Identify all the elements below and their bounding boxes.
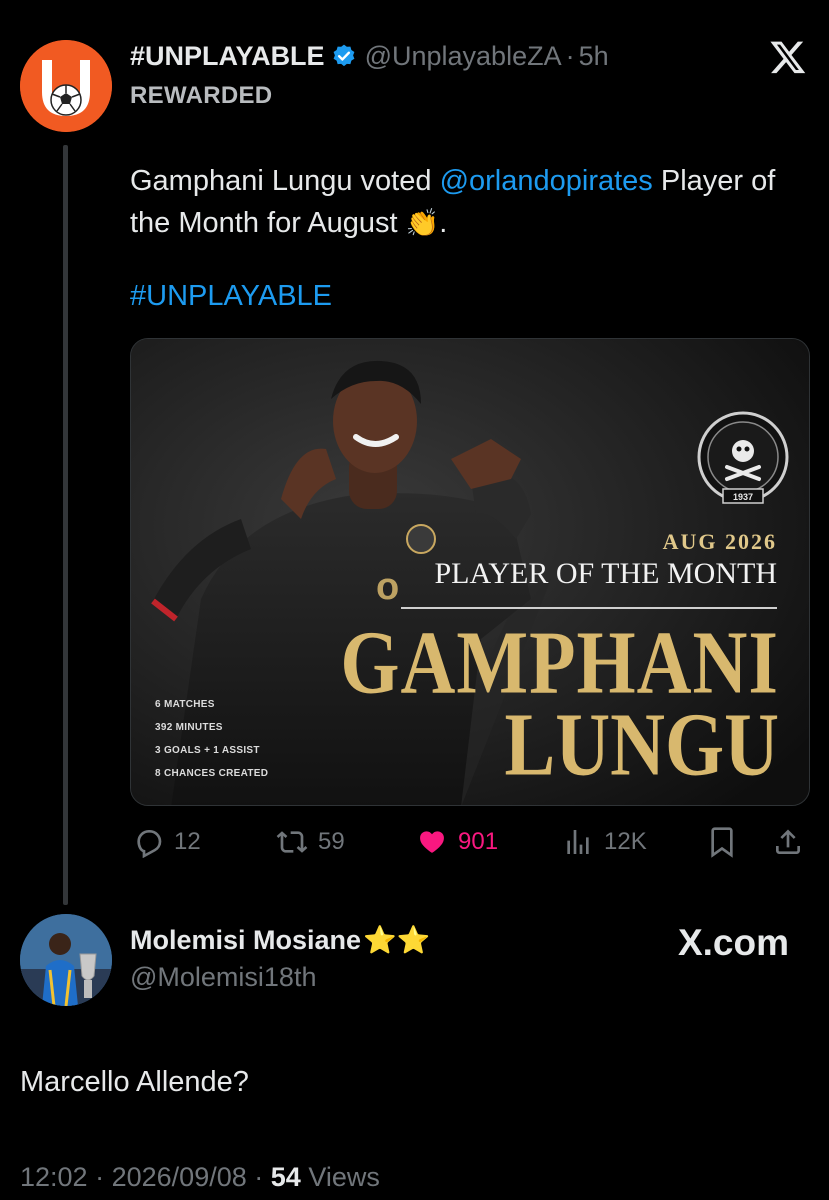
player-last-name: LUNGU	[504, 695, 779, 795]
svg-text:o: o	[376, 566, 399, 608]
player-stats: 6 MATCHES 392 MINUTES 3 GOALS + 1 ASSIST…	[155, 693, 268, 785]
star-emojis: ⭐⭐	[363, 925, 431, 955]
stat-line: 6 MATCHES	[155, 699, 215, 710]
share-icon	[776, 829, 800, 854]
title-divider	[401, 607, 777, 609]
tweet-header: #UNPLAYABLE @UnplayableZA · 5h REWARDED	[130, 38, 750, 110]
tweet-meta: 12:02 · 2026/09/08 · 54 Views	[20, 1162, 380, 1193]
share-button[interactable]	[772, 820, 814, 864]
tweet-text-end: .	[439, 207, 448, 239]
action-bar: 12 59 901 12K	[130, 820, 810, 864]
stat-line: 392 MINUTES	[155, 722, 223, 733]
heart-icon	[420, 831, 444, 853]
views-label: Views	[308, 1162, 380, 1192]
views-number: 54	[270, 1162, 301, 1192]
sub-label: REWARDED	[130, 82, 273, 109]
reply-handle[interactable]: @Molemisi18th	[130, 962, 316, 993]
views-icon	[567, 830, 589, 854]
post-time[interactable]: 12:02	[20, 1162, 88, 1192]
hashtag-link[interactable]: #UNPLAYABLE	[130, 280, 332, 313]
xcom-watermark: X.com	[677, 922, 789, 963]
award-date: AUG 2026	[662, 529, 777, 554]
media-image[interactable]: o 1937 AUG 2026 PLAYER OF THE MONTH GAMP…	[130, 338, 810, 806]
profile-photo	[20, 914, 112, 1006]
thread-line	[63, 145, 68, 905]
views-count: 12K	[604, 828, 647, 855]
reply-button[interactable]: 12	[132, 820, 201, 864]
reply-name-row: Molemisi Mosiane ⭐⭐	[130, 924, 430, 956]
avatar-unplayable[interactable]	[20, 40, 112, 132]
clapping-hands-emoji: 👏	[405, 208, 440, 238]
reply-text: Marcello Allende?	[20, 1066, 249, 1098]
repost-icon	[276, 831, 308, 853]
handle[interactable]: @UnplayableZA	[365, 41, 562, 72]
views-button[interactable]: 12K	[562, 820, 647, 864]
meta-dot: ·	[95, 1162, 105, 1192]
bookmark-icon	[711, 827, 733, 858]
crest-year: 1937	[733, 492, 753, 502]
unplayable-logo	[20, 40, 112, 132]
display-name[interactable]: #UNPLAYABLE	[130, 41, 325, 72]
tweet-text: Gamphani Lungu voted @orlandopirates Pla…	[130, 160, 810, 244]
post-date[interactable]: 2026/09/08	[112, 1162, 247, 1192]
verified-badge-icon	[333, 44, 354, 67]
repost-button[interactable]: 59	[276, 820, 345, 864]
bookmark-button[interactable]	[706, 820, 748, 864]
reply-icon	[137, 830, 162, 858]
tweet-time[interactable]: 5h	[579, 41, 609, 72]
repost-count: 59	[318, 828, 345, 855]
stat-line: 8 CHANCES CREATED	[155, 768, 269, 779]
like-count: 901	[458, 828, 499, 855]
x-logo-icon	[770, 41, 806, 74]
reply-count: 12	[174, 828, 201, 855]
reply-display-name[interactable]: Molemisi Mosiane	[130, 925, 361, 956]
club-crest: 1937	[697, 411, 789, 504]
mention-link[interactable]: @orlandopirates	[440, 165, 653, 197]
separator-dot: ·	[565, 40, 575, 71]
meta-dot: ·	[254, 1162, 264, 1192]
avatar-molemisi[interactable]	[20, 914, 112, 1006]
award-title: PLAYER OF THE MONTH	[434, 557, 777, 590]
like-button[interactable]: 901	[416, 820, 498, 864]
tweet-text-part: Gamphani Lungu voted	[130, 165, 440, 197]
stat-line: 3 GOALS + 1 ASSIST	[155, 745, 260, 756]
